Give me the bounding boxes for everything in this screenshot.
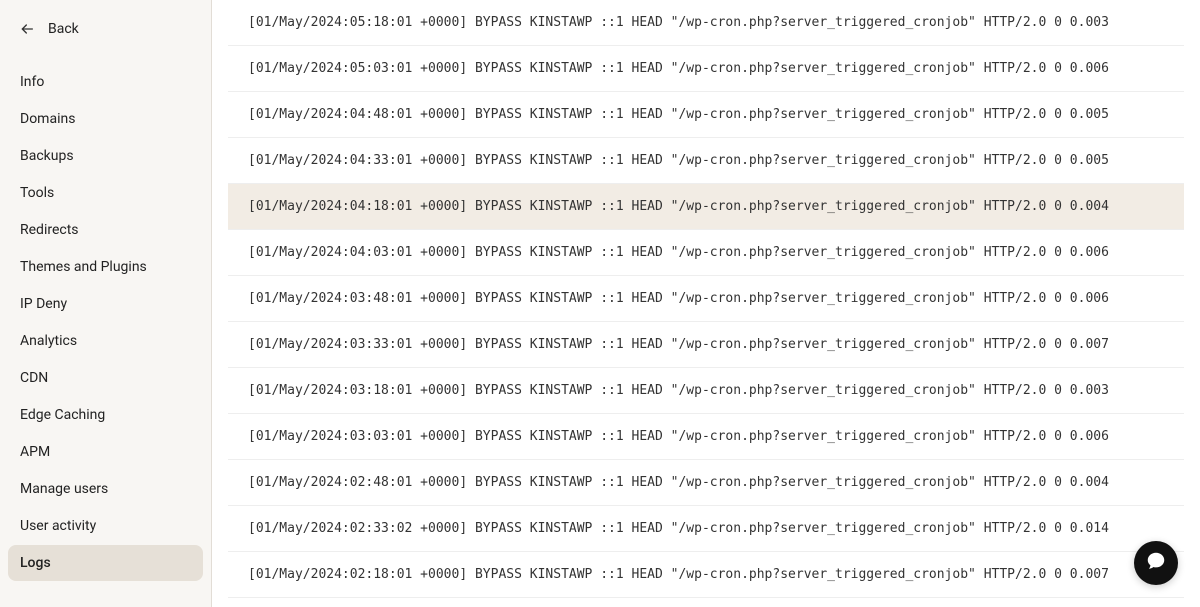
log-row[interactable]: [01/May/2024:05:18:01 +0000] BYPASS KINS… (228, 0, 1184, 46)
sidebar-item-redirects[interactable]: Redirects (8, 212, 203, 248)
back-label: Back (48, 21, 79, 37)
log-row[interactable]: [01/May/2024:02:18:01 +0000] BYPASS KINS… (228, 552, 1184, 598)
logs-panel: [01/May/2024:05:18:01 +0000] BYPASS KINS… (212, 0, 1200, 607)
sidebar-item-apm[interactable]: APM (8, 434, 203, 470)
log-row[interactable]: [01/May/2024:04:18:01 +0000] BYPASS KINS… (228, 184, 1184, 230)
sidebar-item-user-activity[interactable]: User activity (8, 508, 203, 544)
sidebar-item-tools[interactable]: Tools (8, 175, 203, 211)
sidebar: Back InfoDomainsBackupsToolsRedirectsThe… (0, 0, 212, 607)
log-row[interactable]: [01/May/2024:04:03:01 +0000] BYPASS KINS… (228, 230, 1184, 276)
sidebar-item-logs[interactable]: Logs (8, 545, 203, 581)
log-row[interactable]: [01/May/2024:03:18:01 +0000] BYPASS KINS… (228, 368, 1184, 414)
log-row[interactable]: [01/May/2024:03:48:01 +0000] BYPASS KINS… (228, 276, 1184, 322)
chat-icon (1145, 550, 1167, 576)
log-row[interactable]: [01/May/2024:03:03:01 +0000] BYPASS KINS… (228, 414, 1184, 460)
log-row[interactable]: [01/May/2024:04:33:01 +0000] BYPASS KINS… (228, 138, 1184, 184)
chat-widget-button[interactable] (1134, 541, 1178, 585)
log-row[interactable]: [01/May/2024:02:33:02 +0000] BYPASS KINS… (228, 506, 1184, 552)
log-row[interactable]: [01/May/2024:05:03:01 +0000] BYPASS KINS… (228, 46, 1184, 92)
log-row[interactable]: [01/May/2024:04:48:01 +0000] BYPASS KINS… (228, 92, 1184, 138)
arrow-left-icon (18, 20, 36, 38)
log-row[interactable]: [01/May/2024:02:48:01 +0000] BYPASS KINS… (228, 460, 1184, 506)
sidebar-item-domains[interactable]: Domains (8, 101, 203, 137)
sidebar-item-backups[interactable]: Backups (8, 138, 203, 174)
sidebar-item-edge-caching[interactable]: Edge Caching (8, 397, 203, 433)
sidebar-item-info[interactable]: Info (8, 64, 203, 100)
nav-list: InfoDomainsBackupsToolsRedirectsThemes a… (0, 56, 211, 589)
sidebar-item-ip-deny[interactable]: IP Deny (8, 286, 203, 322)
sidebar-item-cdn[interactable]: CDN (8, 360, 203, 396)
back-button[interactable]: Back (0, 12, 211, 56)
sidebar-item-themes-and-plugins[interactable]: Themes and Plugins (8, 249, 203, 285)
sidebar-item-manage-users[interactable]: Manage users (8, 471, 203, 507)
sidebar-item-analytics[interactable]: Analytics (8, 323, 203, 359)
log-row[interactable]: [01/May/2024:03:33:01 +0000] BYPASS KINS… (228, 322, 1184, 368)
